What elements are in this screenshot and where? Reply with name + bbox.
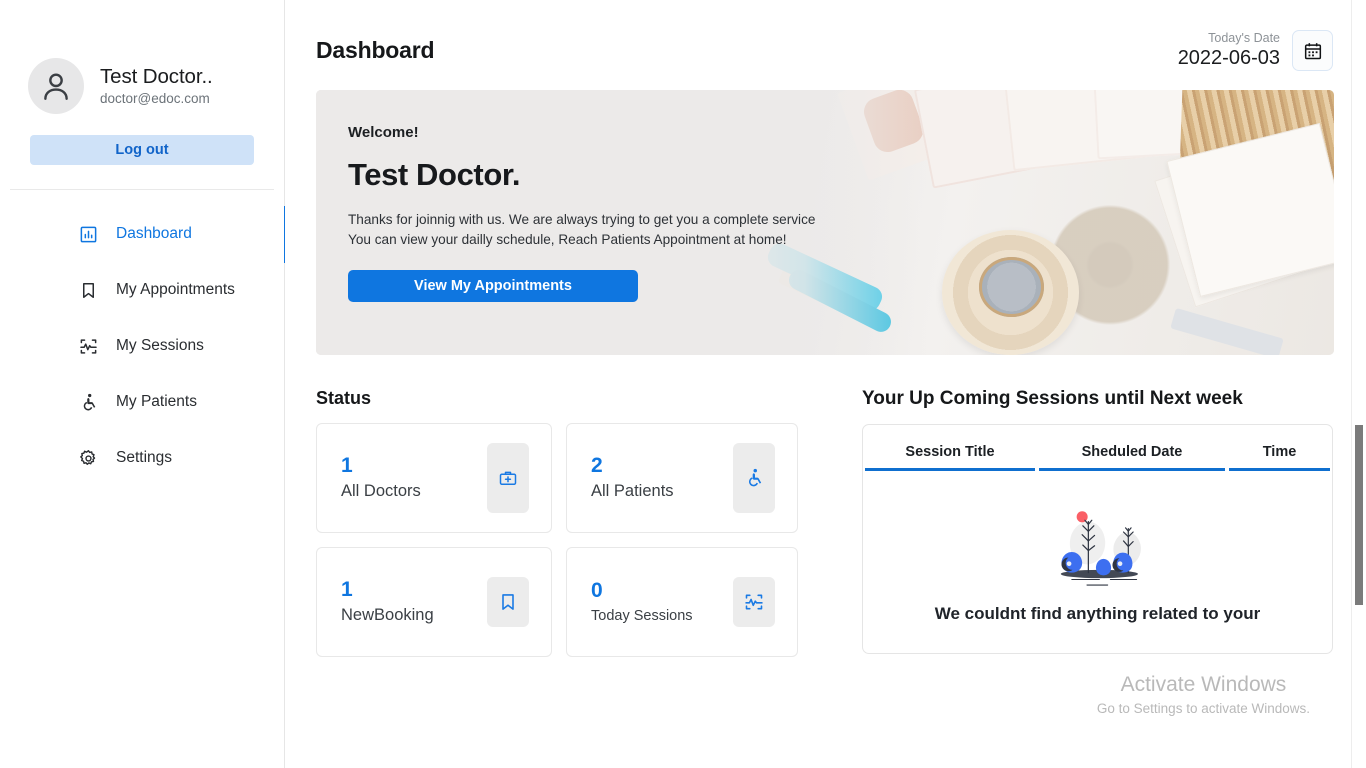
welcome-doctor-name: Test Doctor.	[348, 157, 1334, 193]
sidebar-item-label: My Appointments	[116, 281, 235, 299]
stat-card-text: 2 All Patients	[591, 455, 674, 501]
sessions-table: Session Title Sheduled Date Time	[862, 424, 1333, 654]
stat-label: NewBooking	[341, 606, 434, 625]
stat-value: 0	[591, 580, 693, 602]
sessions-title: Your Up Coming Sessions until Next week	[862, 388, 1333, 410]
date-text: Today's Date 2022-06-03	[1178, 32, 1280, 69]
profile-text: Test Doctor.. doctor@edoc.com	[100, 65, 213, 106]
wheelchair-icon-wrap	[733, 443, 775, 513]
profile-email: doctor@edoc.com	[100, 91, 213, 107]
calendar-button[interactable]	[1292, 30, 1333, 71]
page-title: Dashboard	[316, 37, 434, 64]
sidebar-item-label: My Sessions	[116, 337, 204, 355]
column-header-scheduled-date[interactable]: Sheduled Date	[1039, 444, 1225, 471]
sidebar: Test Doctor.. doctor@edoc.com Log out Da…	[0, 0, 285, 768]
column-header-session-title[interactable]: Session Title	[865, 444, 1035, 471]
profile-block: Test Doctor.. doctor@edoc.com	[0, 0, 284, 114]
sidebar-nav: Dashboard My Appointments My Sessio	[0, 206, 284, 486]
stat-card-text: 1 All Doctors	[341, 455, 421, 501]
welcome-description-line2: You can view your dailly schedule, Reach…	[348, 230, 1334, 250]
stat-label: All Doctors	[341, 482, 421, 501]
view-my-appointments-button[interactable]: View My Appointments	[348, 270, 638, 302]
stat-value: 1	[341, 579, 434, 601]
profile-name: Test Doctor..	[100, 65, 213, 89]
sidebar-item-label: My Patients	[116, 393, 197, 411]
user-avatar-icon	[39, 69, 73, 103]
welcome-kicker: Welcome!	[348, 124, 1334, 141]
status-card-grid: 1 All Doctors	[316, 423, 798, 657]
date-value: 2022-06-03	[1178, 47, 1280, 69]
welcome-description-line1: Thanks for joinnig with us. We are alway…	[348, 210, 1334, 230]
stat-card-all-doctors[interactable]: 1 All Doctors	[316, 423, 552, 533]
date-label: Today's Date	[1178, 32, 1280, 46]
wheelchair-icon	[744, 468, 764, 488]
app-root: Test Doctor.. doctor@edoc.com Log out Da…	[0, 0, 1366, 768]
medical-bag-icon	[498, 468, 518, 488]
medical-bag-icon-wrap	[487, 443, 529, 513]
sidebar-item-my-sessions[interactable]: My Sessions	[0, 318, 284, 374]
watermark-title: Activate Windows	[1097, 672, 1310, 697]
calendar-icon	[1303, 41, 1323, 61]
scrollbar-thumb[interactable]	[1355, 425, 1363, 605]
bookmark-icon	[498, 592, 518, 612]
sidebar-item-dashboard[interactable]: Dashboard	[0, 206, 284, 262]
bookmark-icon	[78, 280, 98, 300]
stat-label: All Patients	[591, 482, 674, 501]
sessions-column: Your Up Coming Sessions until Next week …	[862, 388, 1333, 657]
watermark-subtitle: Go to Settings to activate Windows.	[1097, 701, 1310, 716]
status-title: Status	[316, 388, 798, 409]
gear-icon	[78, 448, 98, 468]
stat-card-all-patients[interactable]: 2 All Patients	[566, 423, 798, 533]
banner-body: Welcome! Test Doctor. Thanks for joinnig…	[316, 90, 1334, 302]
pulse-box-icon	[78, 336, 98, 356]
stat-value: 1	[341, 455, 421, 477]
date-block: Today's Date 2022-06-03	[1178, 30, 1333, 71]
main-content: Dashboard Today's Date 2022-06-03	[285, 0, 1366, 768]
welcome-description: Thanks for joinnig with us. We are alway…	[348, 210, 1334, 249]
sidebar-item-label: Dashboard	[116, 225, 192, 243]
avatar	[28, 58, 84, 114]
stat-card-today-sessions[interactable]: 0 Today Sessions	[566, 547, 798, 657]
sidebar-item-label: Settings	[116, 449, 172, 467]
vertical-scrollbar[interactable]	[1351, 0, 1366, 768]
sidebar-divider	[10, 189, 274, 190]
stat-card-new-booking[interactable]: 1 NewBooking	[316, 547, 552, 657]
sessions-table-header: Session Title Sheduled Date Time	[863, 425, 1332, 471]
stat-value: 2	[591, 455, 674, 477]
logout-button[interactable]: Log out	[30, 135, 254, 165]
stat-card-text: 1 NewBooking	[341, 579, 434, 625]
bookmark-icon-wrap	[487, 577, 529, 627]
sidebar-item-settings[interactable]: Settings	[0, 430, 284, 486]
sidebar-item-my-appointments[interactable]: My Appointments	[0, 262, 284, 318]
activate-windows-watermark: Activate Windows Go to Settings to activ…	[1097, 672, 1310, 716]
sidebar-item-my-patients[interactable]: My Patients	[0, 374, 284, 430]
pulse-box-icon	[744, 592, 764, 612]
pulse-box-icon-wrap	[733, 577, 775, 627]
lower-section: Status 1 All Doctors	[285, 388, 1366, 657]
stat-card-text: 0 Today Sessions	[591, 580, 693, 623]
welcome-banner: Welcome! Test Doctor. Thanks for joinnig…	[316, 90, 1334, 355]
wheelchair-icon	[78, 392, 98, 412]
sessions-empty-state: We couldnt find anything related to your	[863, 471, 1332, 624]
stat-label: Today Sessions	[591, 608, 693, 624]
status-column: Status 1 All Doctors	[316, 388, 798, 657]
sessions-empty-message: We couldnt find anything related to your	[863, 603, 1332, 624]
topbar: Dashboard Today's Date 2022-06-03	[285, 0, 1366, 71]
column-header-time[interactable]: Time	[1229, 444, 1330, 471]
chart-bar-icon	[78, 224, 98, 244]
empty-trees-illustration	[1036, 497, 1160, 589]
